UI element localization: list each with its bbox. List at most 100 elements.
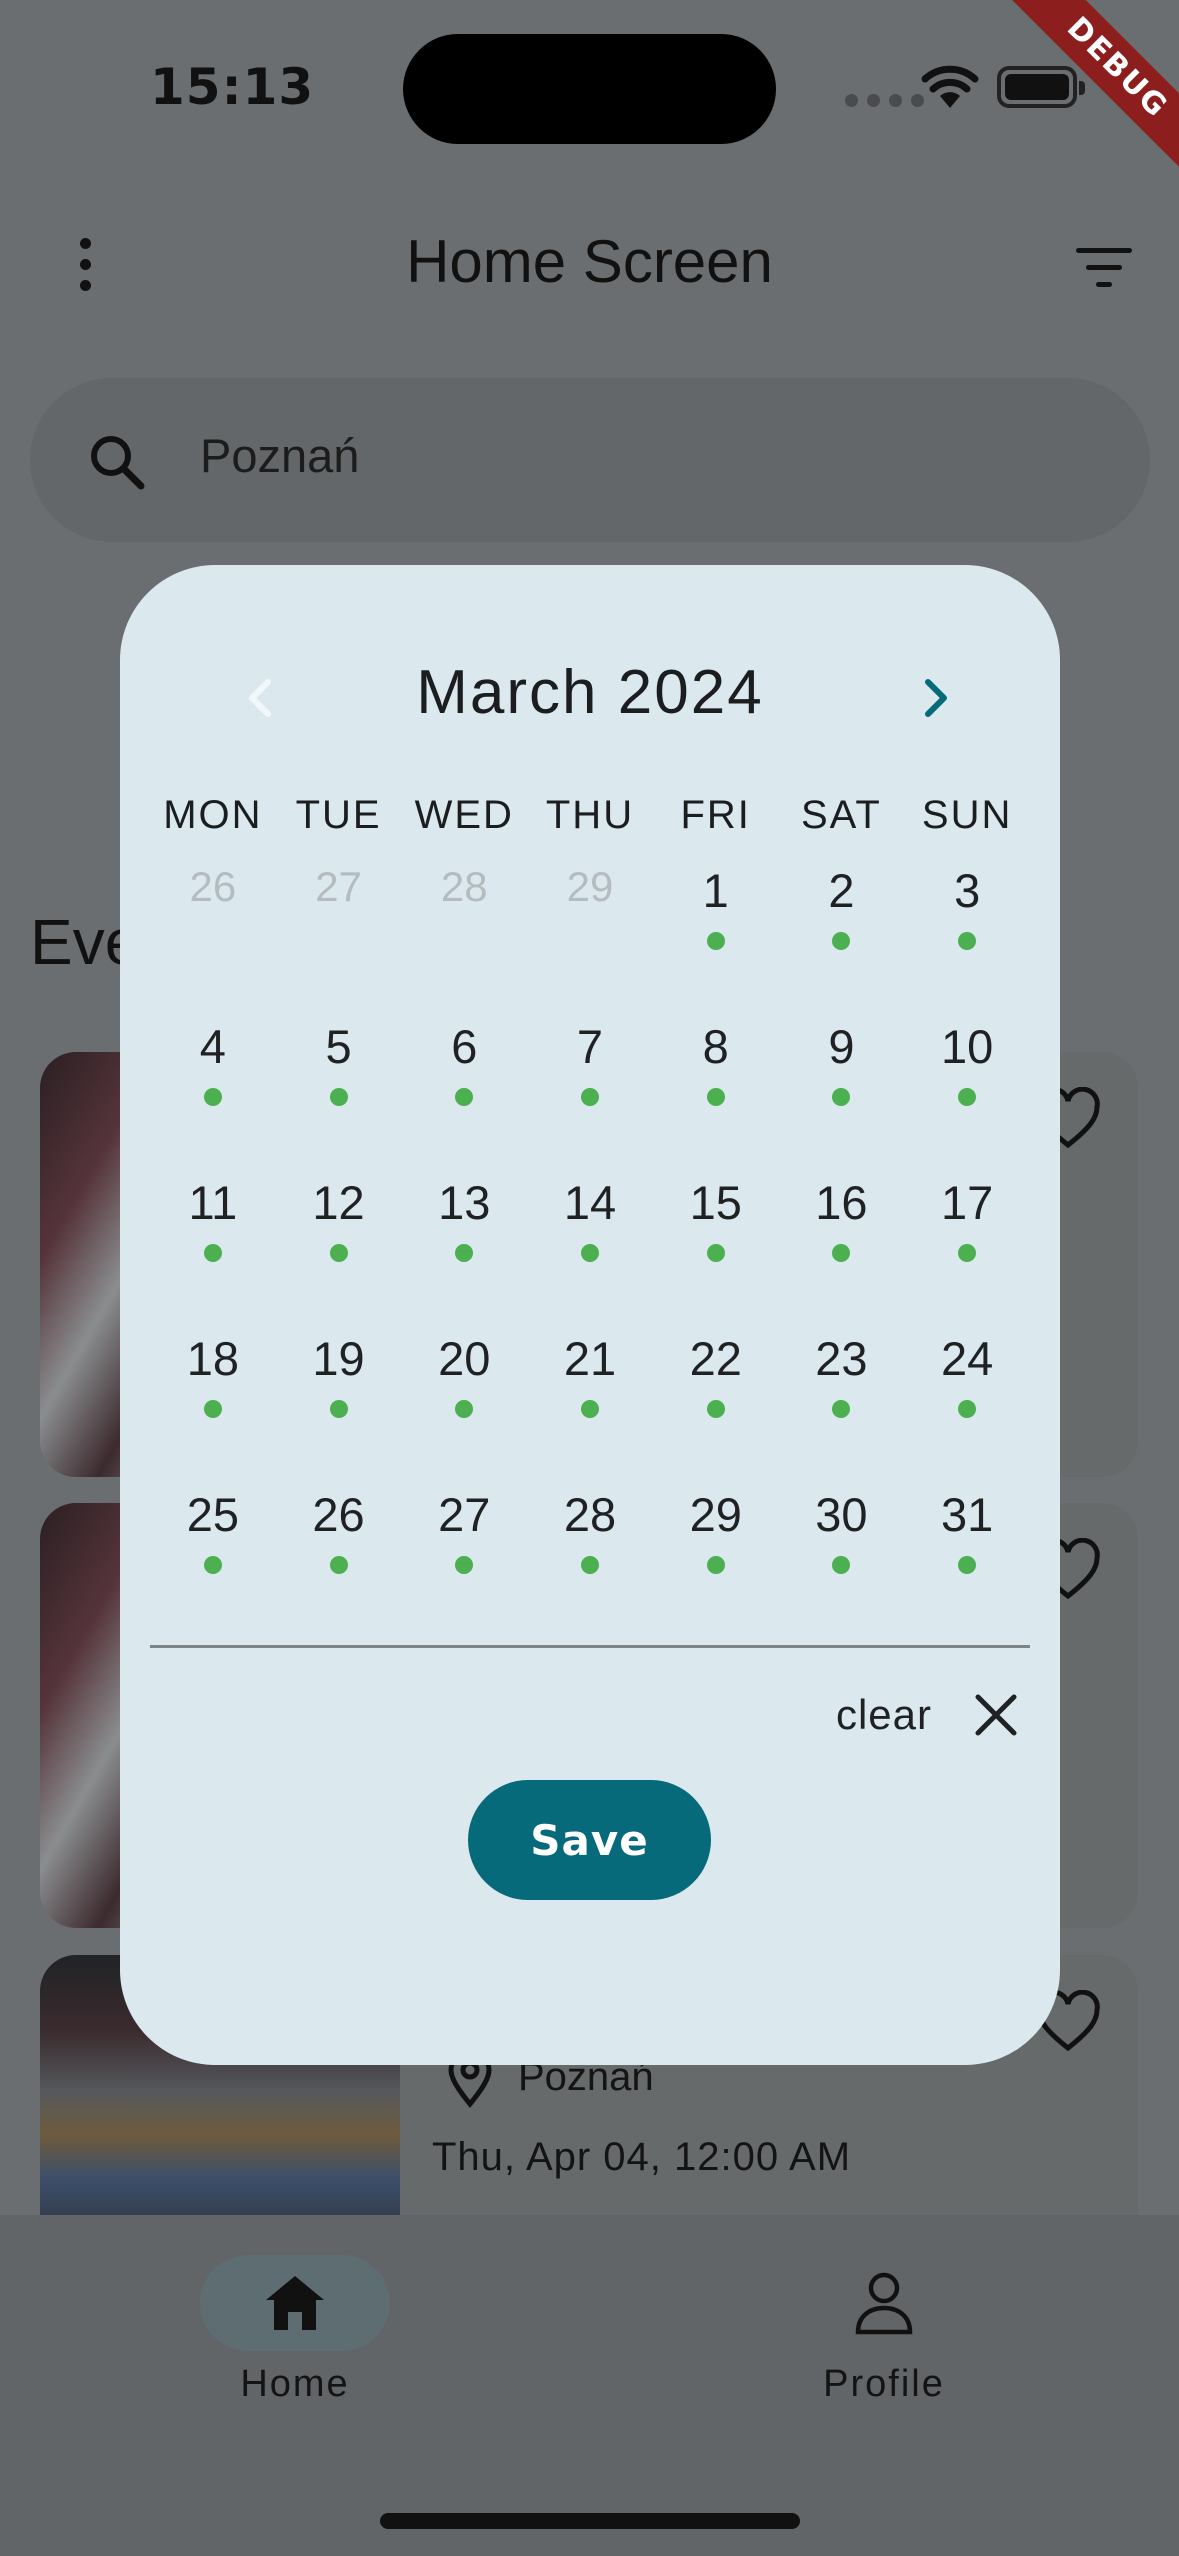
calendar-day[interactable]: 12 [276, 1167, 402, 1323]
day-number: 31 [941, 1488, 994, 1541]
calendar-day[interactable]: 16 [779, 1167, 905, 1323]
day-number: 24 [941, 1332, 994, 1385]
home-icon [266, 2276, 324, 2330]
calendar-day[interactable]: 4 [150, 1011, 276, 1167]
event-indicator-dot [580, 1088, 599, 1106]
day-number: 17 [941, 1176, 994, 1229]
calendar-day[interactable]: 30 [779, 1479, 905, 1635]
nav-label-profile: Profile [823, 2363, 945, 2405]
day-number: 28 [440, 863, 488, 910]
nav-profile-pill [789, 2255, 979, 2351]
event-indicator-dot [958, 932, 977, 950]
calendar-day[interactable]: 19 [276, 1323, 402, 1479]
calendar-day[interactable]: 11 [150, 1167, 276, 1323]
day-number: 13 [438, 1176, 491, 1229]
nav-item-home[interactable]: Home [155, 2255, 435, 2406]
divider [150, 1645, 1030, 1648]
chevron-right-icon [925, 679, 947, 717]
event-indicator-dot [203, 1244, 222, 1262]
calendar-day[interactable]: 21 [527, 1323, 653, 1479]
calendar-day-outside: 27 [276, 855, 402, 1011]
event-indicator-dot [958, 1244, 977, 1262]
event-indicator-dot [580, 1400, 599, 1418]
calendar-day[interactable]: 10 [904, 1011, 1030, 1167]
weekday-label: MON [163, 793, 263, 837]
day-number: 26 [312, 1488, 365, 1541]
person-icon [855, 2272, 913, 2335]
weekday-header-row: MON TUE WED THU FRI SAT SUN [150, 793, 1030, 838]
calendar-day[interactable]: 18 [150, 1323, 276, 1479]
next-month-button[interactable] [896, 663, 976, 733]
calendar-day[interactable]: 7 [527, 1011, 653, 1167]
calendar-day[interactable]: 3 [904, 855, 1030, 1011]
clear-label[interactable]: clear [836, 1691, 932, 1739]
calendar-day[interactable]: 8 [653, 1011, 779, 1167]
calendar-day[interactable]: 9 [779, 1011, 905, 1167]
event-indicator-dot [706, 932, 725, 950]
day-number: 14 [563, 1176, 617, 1229]
day-number: 4 [199, 1020, 226, 1073]
calendar-day-outside: 28 [401, 855, 527, 1011]
event-indicator-dot [958, 1088, 977, 1106]
event-indicator-dot [455, 1244, 474, 1262]
nav-home-pill [200, 2255, 390, 2351]
day-number: 19 [312, 1332, 365, 1385]
calendar-day[interactable]: 14 [527, 1167, 653, 1323]
calendar-day[interactable]: 31 [904, 1479, 1030, 1635]
day-number: 2 [828, 864, 855, 917]
close-icon[interactable] [972, 1691, 1020, 1739]
day-number: 26 [189, 863, 237, 910]
calendar-day[interactable]: 20 [401, 1323, 527, 1479]
search-input[interactable]: Poznań [30, 378, 1150, 542]
day-number: 15 [689, 1176, 742, 1229]
weekday-label: SAT [801, 793, 882, 837]
calendar-day[interactable]: 5 [276, 1011, 402, 1167]
day-number: 8 [702, 1020, 729, 1073]
event-indicator-dot [706, 1556, 725, 1574]
calendar-day[interactable]: 2 [779, 855, 905, 1011]
event-indicator-dot [203, 1556, 222, 1574]
event-indicator-dot [706, 1244, 725, 1262]
date-picker-dialog: March 2024 MON TUE WED THU FRI SAT SUN 26 27 28 2… [120, 565, 1060, 2065]
day-number: 25 [186, 1488, 239, 1541]
calendar-day[interactable]: 1 [653, 855, 779, 1011]
day-number: 18 [186, 1332, 239, 1385]
calendar-day[interactable]: 29 [653, 1479, 779, 1635]
calendar-day[interactable]: 25 [150, 1479, 276, 1635]
cellular-signal-icon [845, 94, 924, 107]
day-number: 23 [815, 1332, 868, 1385]
calendar-day[interactable]: 17 [904, 1167, 1030, 1323]
filter-icon[interactable] [1070, 238, 1140, 298]
event-indicator-dot [203, 1088, 222, 1106]
event-indicator-dot [329, 1400, 348, 1418]
day-number: 11 [188, 1176, 238, 1229]
calendar-day[interactable]: 28 [527, 1479, 653, 1635]
calendar-day[interactable]: 6 [401, 1011, 527, 1167]
calendar-day[interactable]: 22 [653, 1323, 779, 1479]
event-indicator-dot [455, 1088, 474, 1106]
day-number: 1 [702, 864, 729, 917]
save-button[interactable]: Save [468, 1780, 711, 1900]
event-indicator-dot [832, 1556, 851, 1574]
day-number: 27 [438, 1488, 491, 1541]
calendar-day[interactable]: 23 [779, 1323, 905, 1479]
day-number: 9 [828, 1020, 855, 1073]
calendar-day[interactable]: 13 [401, 1167, 527, 1323]
event-indicator-dot [455, 1556, 474, 1574]
status-bar: 15:13 DEBUG [0, 0, 1179, 179]
clear-selection-row[interactable]: clear [836, 1675, 1020, 1755]
page-title: Home Screen [406, 228, 773, 295]
home-indicator [380, 2513, 800, 2529]
status-time: 15:13 [150, 58, 315, 116]
calendar-day[interactable]: 24 [904, 1323, 1030, 1479]
event-indicator-dot [580, 1556, 599, 1574]
calendar-day[interactable]: 26 [276, 1479, 402, 1635]
nav-item-profile[interactable]: Profile [744, 2255, 1024, 2406]
weekday-label: SUN [921, 793, 1013, 837]
weekday-label: THU [545, 793, 635, 837]
calendar-day[interactable]: 27 [401, 1479, 527, 1635]
event-indicator-dot [958, 1556, 977, 1574]
search-icon [91, 436, 145, 490]
event-indicator-dot [706, 1400, 725, 1418]
calendar-day[interactable]: 15 [653, 1167, 779, 1323]
